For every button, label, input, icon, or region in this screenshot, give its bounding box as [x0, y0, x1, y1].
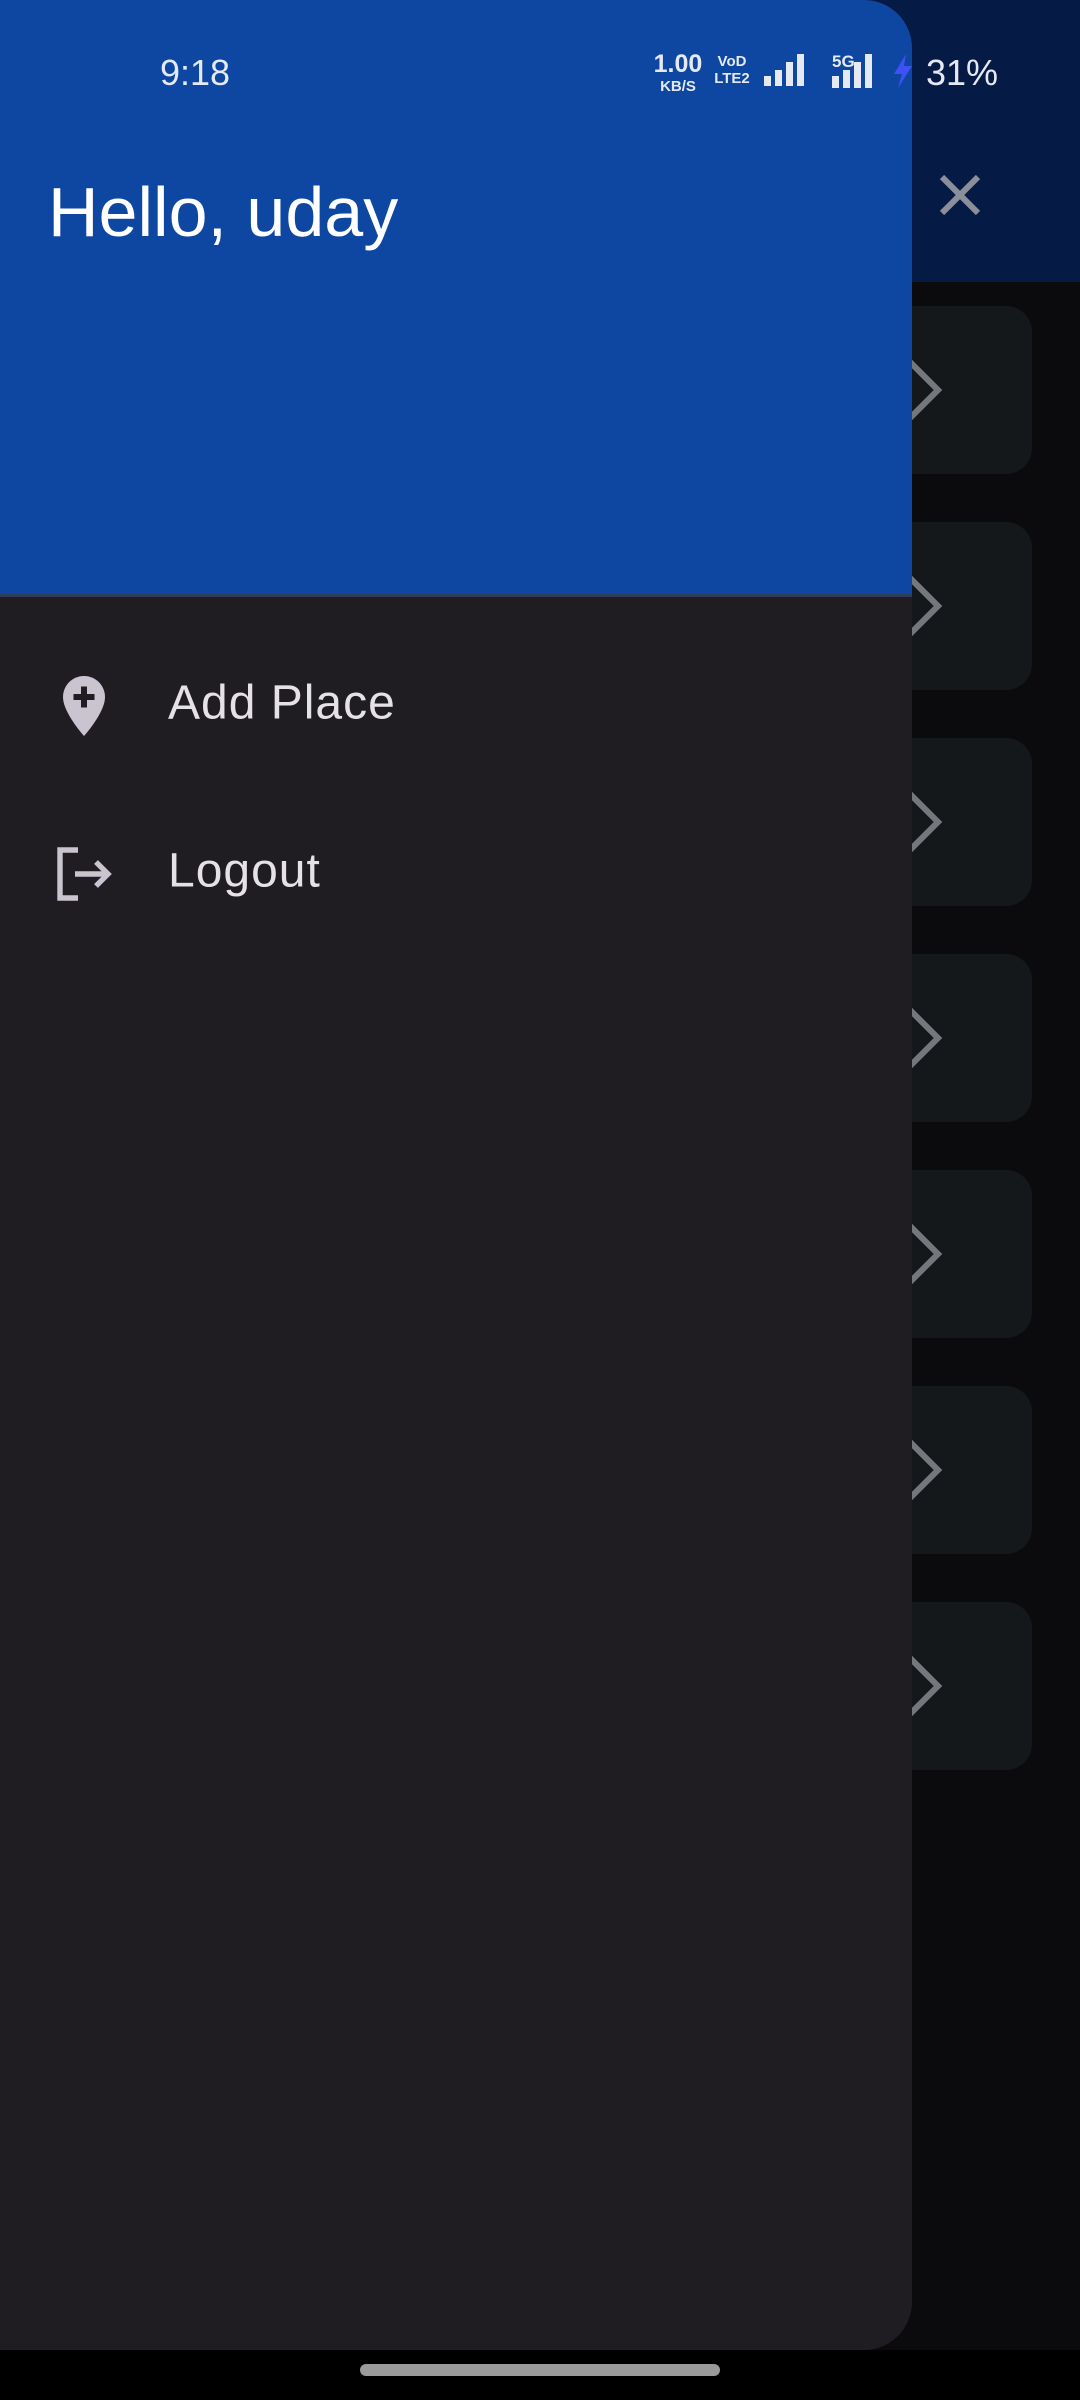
- menu-item-label: Logout: [168, 844, 321, 898]
- home-indicator[interactable]: [360, 2364, 720, 2376]
- charging-bolt-icon: [894, 54, 912, 88]
- status-time: 9:18: [160, 52, 231, 93]
- status-bar: 9:18 1.00 KB/S VoD LTE2 5G 31%: [0, 0, 1080, 140]
- network-speed: 1.00 KB/S: [652, 50, 704, 95]
- signal-strength-icon: [764, 54, 804, 86]
- network-speed-value: 1.00: [653, 50, 703, 78]
- menu-item-label: Add Place: [168, 676, 396, 730]
- add-location-icon: [63, 676, 105, 736]
- greeting-title: Hello, uday: [48, 173, 399, 251]
- volte-icon: VoD LTE2: [712, 53, 752, 87]
- network-speed-unit: KB/S: [660, 78, 696, 95]
- signal-strength-5g-icon: [832, 54, 872, 88]
- volte-bottom-label: LTE2: [714, 69, 750, 87]
- menu-item-logout[interactable]: Logout: [0, 796, 912, 946]
- battery-level: 31%: [926, 52, 999, 93]
- gesture-bar: [0, 2350, 1080, 2400]
- menu-item-add-place[interactable]: Add Place: [0, 628, 912, 778]
- volte-top-label: VoD: [717, 53, 747, 70]
- logout-icon: [57, 847, 112, 901]
- navigation-drawer: Hello, uday Add Place Logout: [0, 0, 912, 2350]
